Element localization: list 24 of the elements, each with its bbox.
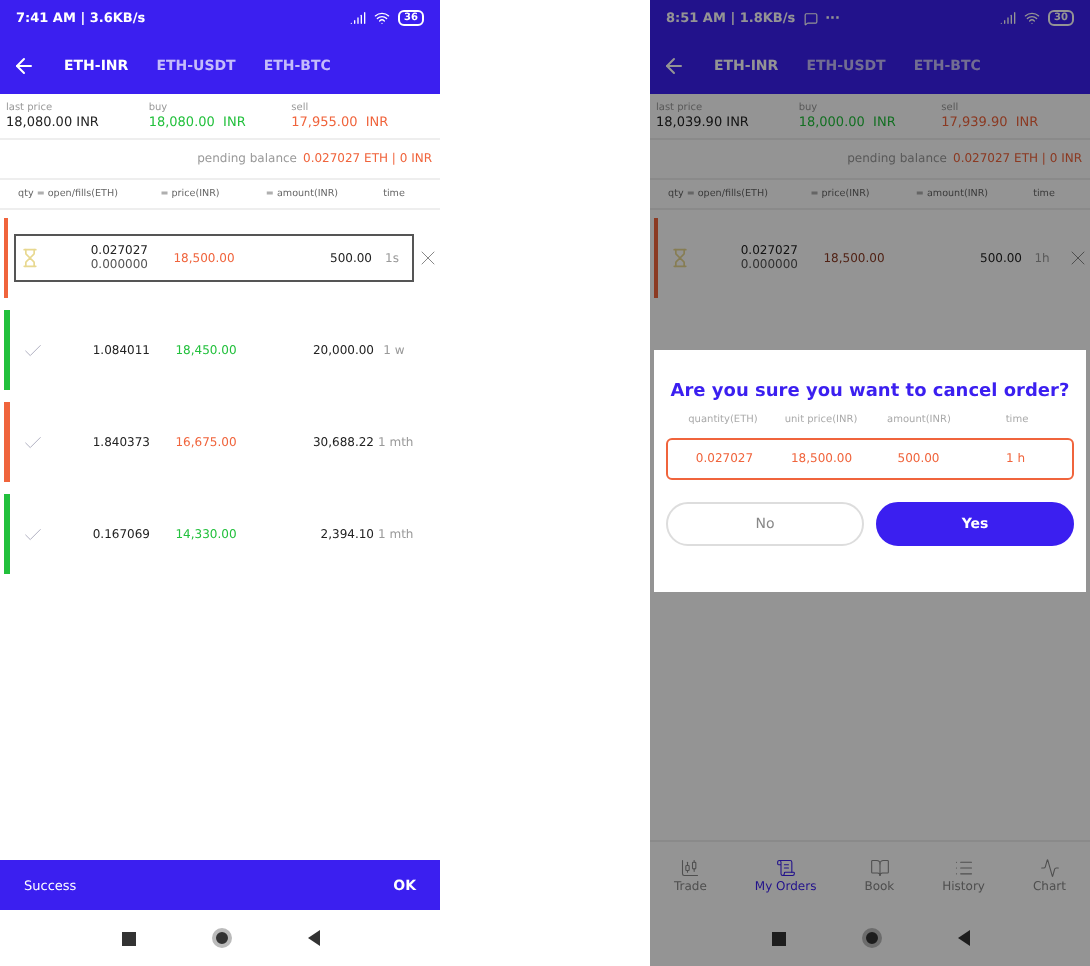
recents-button[interactable] [121, 931, 135, 945]
back-button[interactable] [957, 930, 969, 946]
hourglass-icon [670, 248, 690, 268]
hourglass-icon [20, 248, 40, 268]
check-icon [22, 339, 44, 361]
home-button[interactable] [861, 928, 881, 948]
wifi-icon [374, 10, 391, 26]
line-chart-icon [1039, 858, 1060, 878]
list-icon [775, 858, 796, 878]
home-button[interactable] [211, 928, 231, 948]
dialog-title: Are you sure you want to cancel order? [670, 382, 1070, 402]
check-icon [22, 431, 44, 453]
signal-icon [350, 10, 367, 26]
back-button[interactable] [307, 930, 319, 946]
wifi-icon [1024, 10, 1041, 26]
close-button[interactable] [416, 246, 440, 270]
recents-button[interactable] [771, 931, 785, 945]
back-icon[interactable] [662, 53, 686, 77]
candlestick-icon [680, 858, 701, 878]
signal-icon [1000, 10, 1017, 26]
book-icon [869, 858, 890, 878]
close-button[interactable] [1066, 246, 1090, 270]
check-icon [22, 523, 44, 545]
back-icon[interactable] [12, 53, 36, 77]
